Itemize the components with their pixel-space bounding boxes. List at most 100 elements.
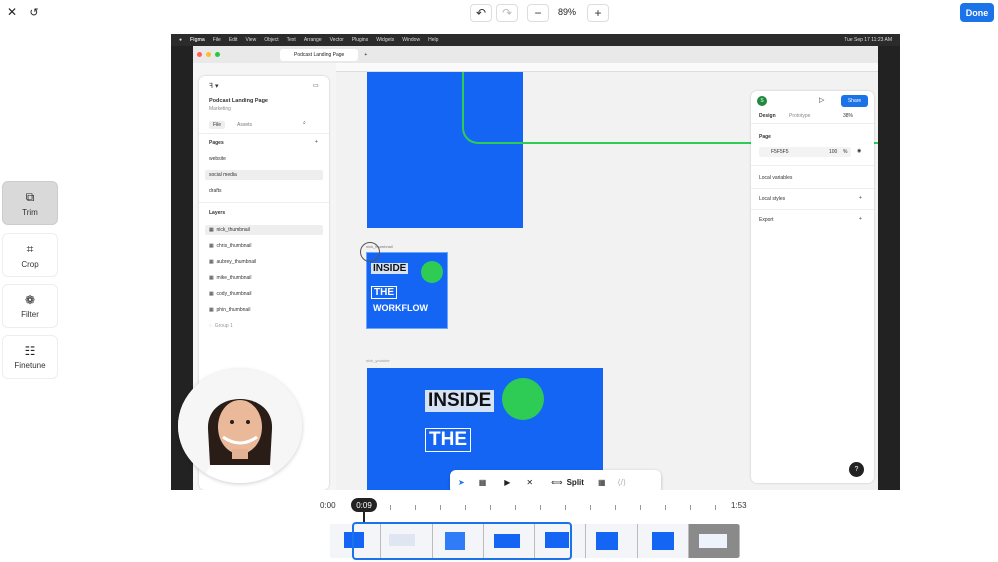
menu-clock: Tue Sep 17 11:23 AM bbox=[844, 37, 892, 43]
new-tab-icon: + bbox=[364, 51, 368, 58]
frame-tool-icon: ▦ bbox=[478, 477, 487, 487]
sidebar-toggle-icon: ▭ bbox=[313, 83, 319, 89]
finetune-tool-button[interactable]: ☷ Finetune bbox=[2, 335, 58, 379]
divider bbox=[751, 165, 874, 166]
divider bbox=[751, 188, 874, 189]
menu-item: Arrange bbox=[303, 37, 322, 43]
crop-icon: ⌗ bbox=[26, 241, 34, 256]
timeline-tick bbox=[665, 505, 666, 510]
trim-icon: ⧉ bbox=[25, 189, 35, 204]
trim-selection[interactable] bbox=[352, 522, 572, 560]
menu-item: Widgets bbox=[376, 37, 395, 43]
menu-item: Help bbox=[428, 37, 439, 43]
divider bbox=[751, 209, 874, 210]
done-button[interactable]: Done bbox=[960, 3, 994, 22]
zoom-level: 89% bbox=[557, 7, 576, 17]
filmstrip-frame bbox=[688, 524, 740, 558]
share-button: Share bbox=[841, 95, 868, 107]
canvas-toolbar: ➤ ▦ ▶ ✕ ⟺ Split ▦ ⟨/⟩ bbox=[450, 470, 661, 490]
pages-title: Pages bbox=[209, 140, 224, 146]
start-time: 0:00 bbox=[320, 501, 336, 510]
panel-tab-assets: Assets bbox=[237, 122, 253, 128]
add-export-icon: + bbox=[859, 216, 862, 222]
close-icon[interactable]: ✕ bbox=[5, 5, 19, 19]
file-name: Podcast Landing Page bbox=[209, 98, 268, 104]
page-item: social media bbox=[209, 172, 237, 178]
mute-icon: ✕ bbox=[526, 477, 534, 487]
menu-item: View bbox=[245, 37, 257, 43]
zoom-out-button[interactable]: − bbox=[527, 4, 549, 22]
end-time: 1:53 bbox=[731, 501, 747, 510]
page-color-value: F5F5F5 bbox=[771, 149, 789, 155]
layer-item: ▦ nick_thumbnail bbox=[209, 227, 250, 233]
canvas-ruler bbox=[336, 63, 878, 72]
mac-menu-bar: ● Figma File Edit View Object Text Arran… bbox=[171, 34, 900, 46]
guest-photo-large bbox=[502, 378, 544, 420]
search-icon: ⌕ bbox=[303, 120, 306, 126]
filmstrip-frame bbox=[637, 524, 689, 558]
add-style-icon: + bbox=[859, 195, 862, 201]
crop-tool-button[interactable]: ⌗ Crop bbox=[2, 233, 58, 277]
thumb-text-the: THE bbox=[371, 286, 397, 299]
crop-label: Crop bbox=[21, 259, 39, 269]
menu-app-name: Figma bbox=[190, 37, 205, 43]
menu-item: Vector bbox=[329, 37, 344, 43]
code-icon: ⟨/⟩ bbox=[617, 477, 626, 487]
minimize-dot-icon bbox=[206, 52, 211, 57]
frame-label: nick_youtube bbox=[366, 358, 390, 363]
page-item: website bbox=[209, 156, 226, 162]
timeline-tick bbox=[390, 505, 391, 510]
timeline-tick bbox=[490, 505, 491, 510]
file-tab: Podcast Landing Page bbox=[280, 48, 359, 61]
thumbnail-frame: INSIDE THE WORKFLOW bbox=[366, 252, 448, 329]
move-tool-icon: ➤ bbox=[458, 477, 465, 487]
filmstrip-frame bbox=[586, 524, 638, 558]
big-text-inside: INSIDE bbox=[425, 390, 495, 412]
timeline-tick bbox=[715, 505, 716, 510]
playhead-time[interactable]: 0:09 bbox=[351, 498, 377, 512]
video-timeline: 0:00 0:09 1:53 bbox=[315, 496, 755, 560]
zoom-in-button[interactable]: + bbox=[587, 4, 609, 22]
layer-item: ▦ cody_thumbnail bbox=[209, 291, 252, 297]
menu-item: Object bbox=[264, 37, 279, 43]
layer-item: ▦ aubrey_thumbnail bbox=[209, 259, 257, 265]
export-label: Export bbox=[759, 217, 774, 223]
timeline-tick bbox=[690, 505, 691, 510]
timeline-tick bbox=[565, 505, 566, 510]
cursor-highlight-icon bbox=[360, 242, 380, 262]
tab-prototype: Prototype bbox=[789, 113, 811, 119]
help-icon: ? bbox=[849, 462, 864, 477]
timeline-tick bbox=[440, 505, 441, 510]
filter-icon: ❁ bbox=[24, 293, 36, 307]
figma-properties-panel: S ▷ Share Design Prototype 38% Page F5F5… bbox=[751, 91, 874, 483]
user-avatar-icon: S bbox=[757, 96, 767, 106]
redo-icon[interactable]: ↷ bbox=[496, 4, 518, 22]
local-variables-label: Local variables bbox=[759, 175, 793, 181]
guest-photo bbox=[421, 261, 443, 283]
menu-item: Plugins bbox=[351, 37, 369, 43]
undo-icon[interactable]: ↶ bbox=[470, 4, 492, 22]
presenter-avatar bbox=[178, 369, 302, 483]
trim-tool-button[interactable]: ⧉ Trim bbox=[2, 181, 58, 225]
grid-icon: ▦ bbox=[597, 477, 606, 487]
tab-design: Design bbox=[759, 113, 776, 119]
timeline-tick bbox=[640, 505, 641, 510]
divider bbox=[199, 133, 329, 134]
big-text-the: THE bbox=[425, 428, 471, 452]
page-section-title: Page bbox=[759, 134, 771, 140]
thumb-text-workflow: WORKFLOW bbox=[373, 303, 428, 313]
page-opacity-value: 100 bbox=[829, 149, 838, 155]
figma-logo-icon: ꟻ ▾ bbox=[209, 83, 219, 90]
layer-item: ▦ phin_thumbnail bbox=[209, 307, 251, 313]
history-icon[interactable]: ↺ bbox=[27, 5, 41, 19]
zoom-percent: 38% bbox=[843, 113, 854, 119]
split-label: Split bbox=[566, 477, 584, 487]
timeline-tick bbox=[465, 505, 466, 510]
local-styles-label: Local styles bbox=[759, 196, 786, 202]
apple-icon: ● bbox=[179, 37, 183, 43]
finetune-icon: ☷ bbox=[24, 344, 36, 358]
filter-tool-button[interactable]: ❁ Filter bbox=[2, 284, 58, 328]
panel-tab-file: File bbox=[209, 121, 226, 129]
timeline-tick bbox=[515, 505, 516, 510]
divider bbox=[199, 202, 329, 203]
